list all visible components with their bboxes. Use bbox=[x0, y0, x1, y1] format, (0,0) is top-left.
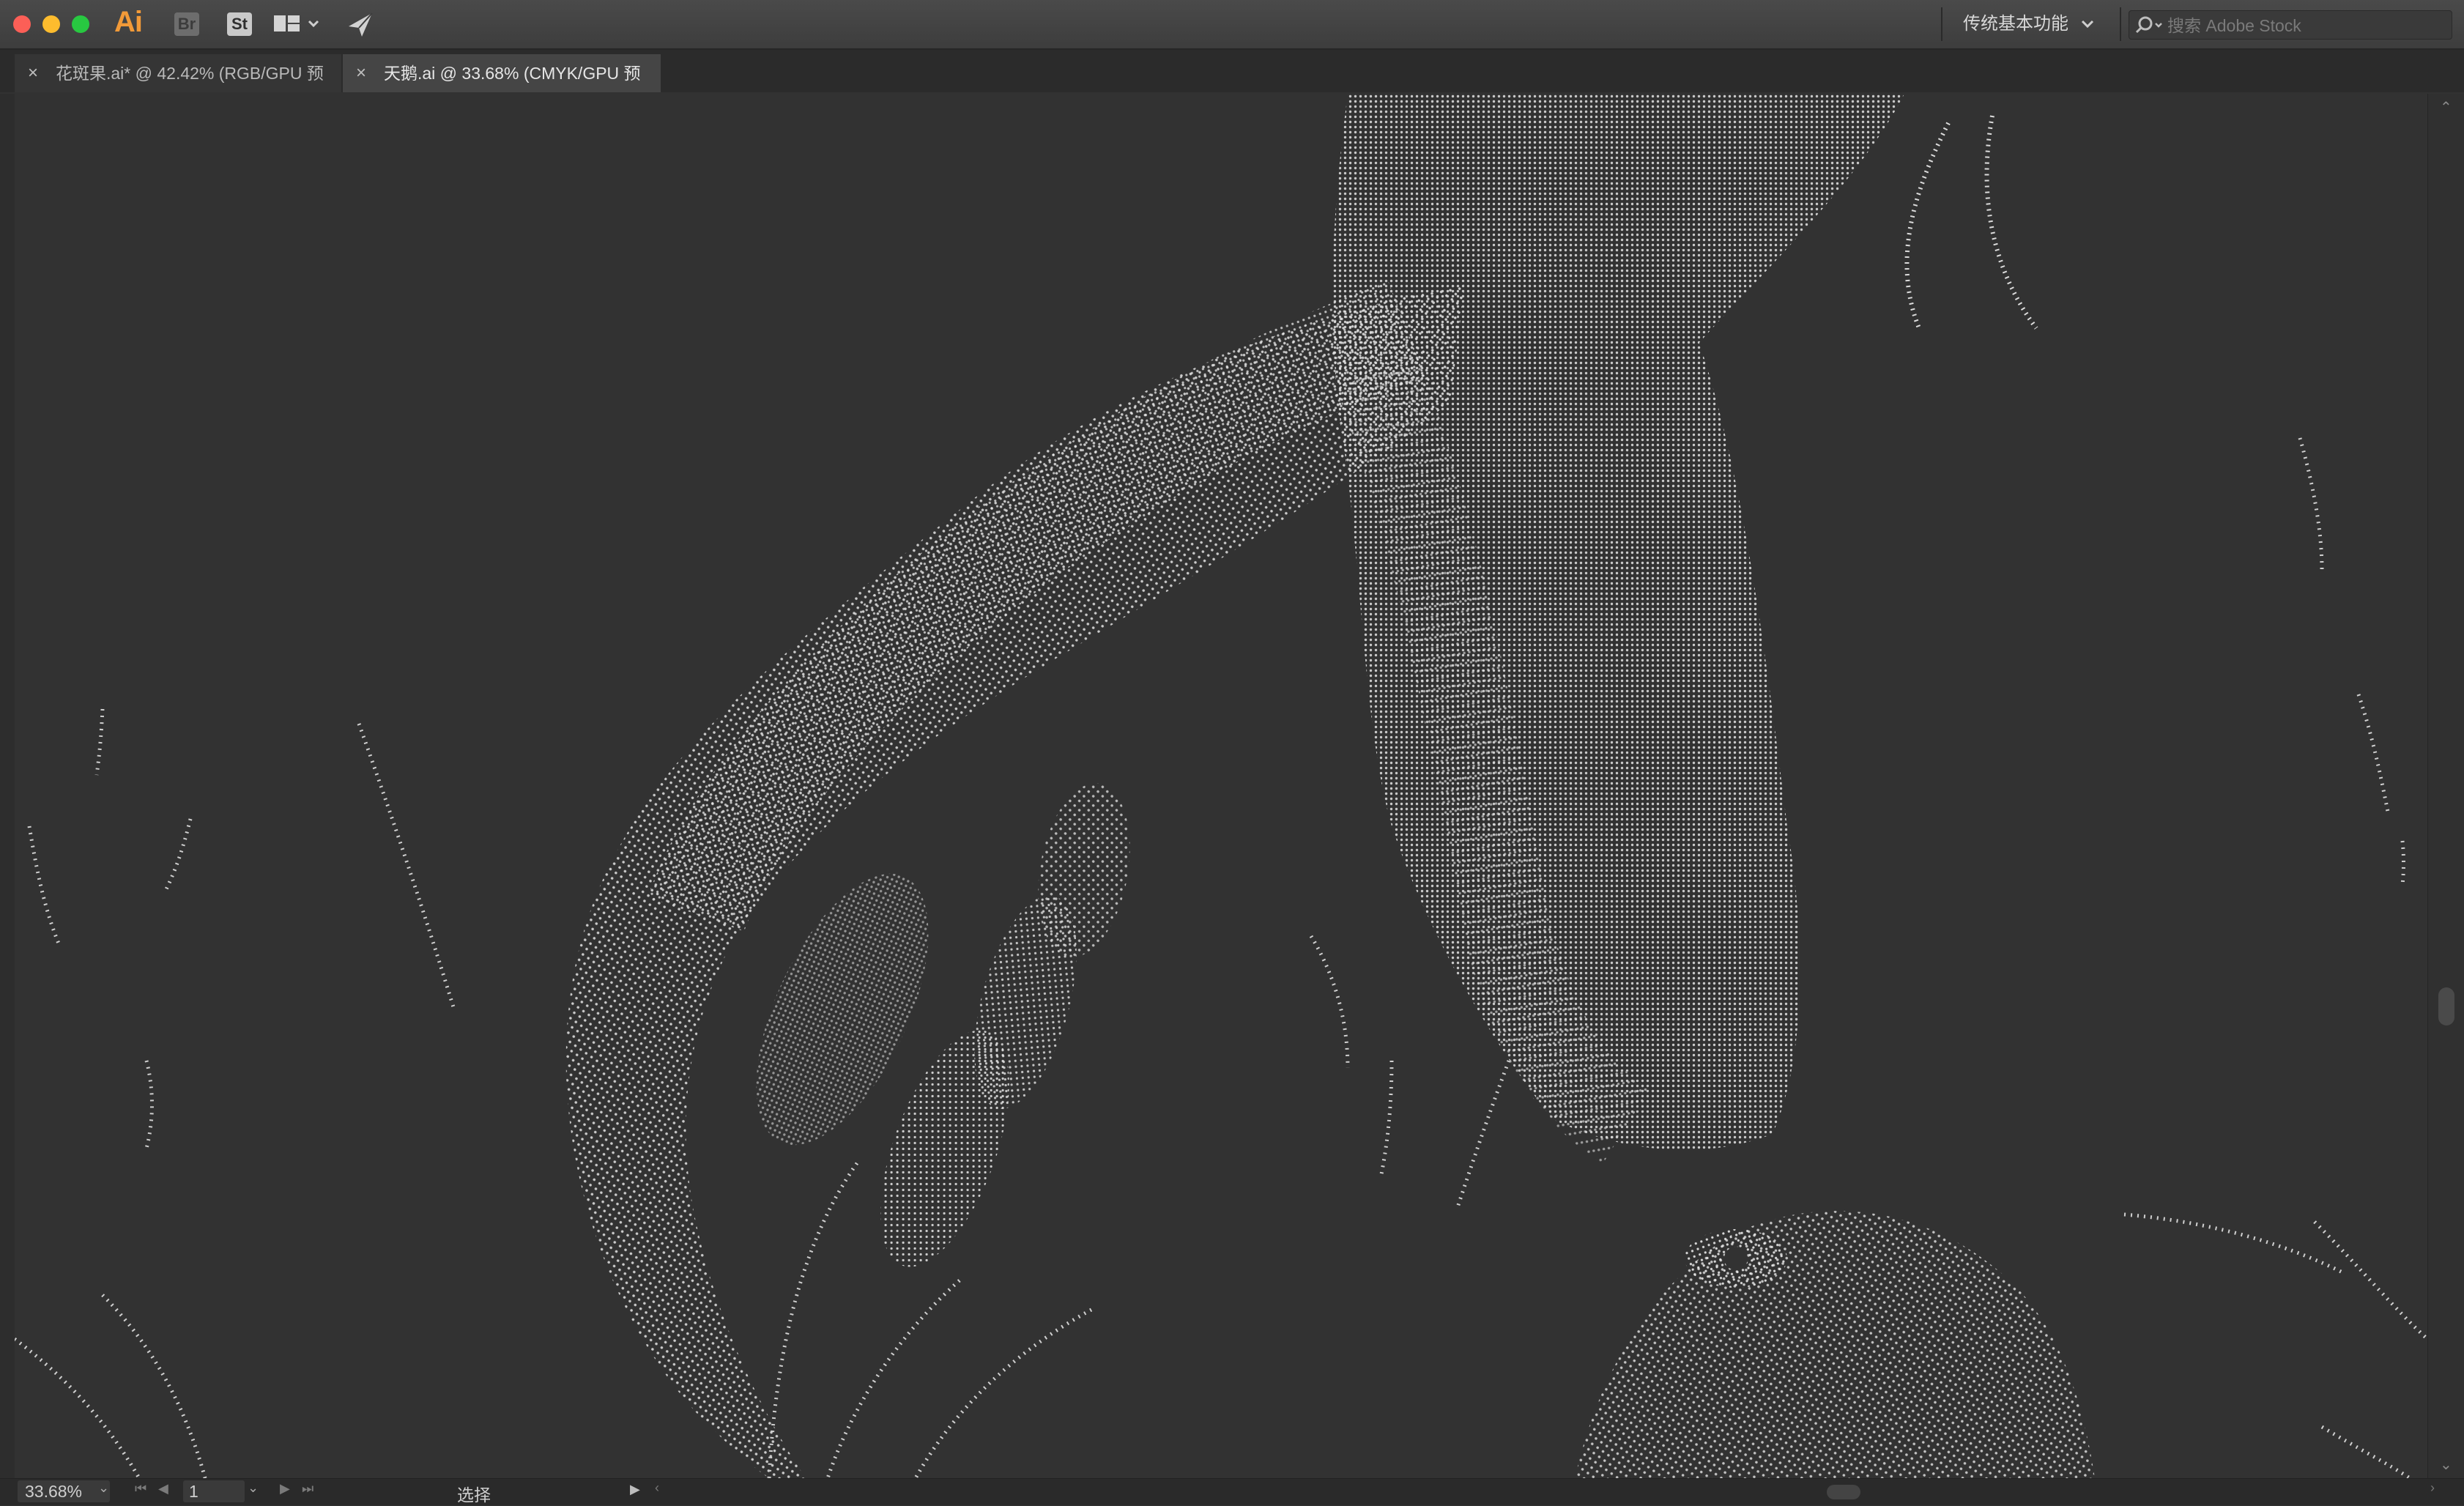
titlebar-separator bbox=[2120, 7, 2121, 41]
status-menu-arrow-icon[interactable]: ▶ bbox=[630, 1482, 640, 1497]
chevron-down-icon bbox=[2081, 20, 2094, 29]
vertical-scrollbar[interactable]: ⌃ ⌄ bbox=[2427, 94, 2464, 1478]
status-bar: 33.68% ⌄ ⏮ ◀ 1 ⌄ ▶ ⏭ 选择 ▶ ‹ › bbox=[0, 1478, 2464, 1505]
search-icon bbox=[2135, 16, 2162, 34]
document-tab-bar: × 花斑果.ai* @ 42.42% (RGB/GPU 预览) × 天鹅.ai … bbox=[0, 50, 2464, 121]
search-input[interactable] bbox=[2166, 14, 2447, 37]
vertical-scroll-thumb[interactable] bbox=[2438, 987, 2454, 1025]
first-artboard-icon[interactable]: ⏮ bbox=[135, 1481, 146, 1496]
window-minimize-button[interactable] bbox=[42, 15, 60, 33]
workspace-switcher[interactable]: 传统基本功能 bbox=[1963, 10, 2095, 38]
chevron-down-icon[interactable]: ⌄ bbox=[98, 1480, 109, 1496]
bridge-app-icon[interactable]: Br bbox=[174, 12, 199, 36]
close-icon[interactable]: × bbox=[356, 54, 366, 92]
stock-search-box[interactable] bbox=[2129, 10, 2452, 40]
last-artboard-icon[interactable]: ⏭ bbox=[302, 1481, 313, 1496]
tab-document-2[interactable]: × 天鹅.ai @ 33.68% (CMYK/GPU 预览) bbox=[343, 54, 661, 121]
canvas-left-gutter bbox=[0, 94, 15, 1478]
titlebar-separator bbox=[1941, 7, 1942, 41]
scroll-left-icon[interactable]: ‹ bbox=[655, 1480, 659, 1496]
workspace-label: 传统基本功能 bbox=[1963, 14, 2068, 34]
stippled-swan-artwork bbox=[15, 94, 2427, 1478]
zoom-level-field[interactable]: 33.68% bbox=[18, 1480, 110, 1502]
artboard-number-field[interactable]: 1 bbox=[183, 1480, 245, 1502]
next-artboard-icon[interactable]: ▶ bbox=[280, 1481, 290, 1496]
previous-artboard-icon[interactable]: ◀ bbox=[158, 1481, 168, 1496]
artboard-canvas[interactable] bbox=[15, 94, 2427, 1478]
scroll-down-icon[interactable]: ⌄ bbox=[2440, 1455, 2452, 1474]
scroll-up-icon[interactable]: ⌃ bbox=[2440, 98, 2452, 116]
horizontal-scrollbar[interactable]: ‹ › bbox=[652, 1480, 2435, 1502]
horizontal-scroll-thumb[interactable] bbox=[1827, 1485, 1860, 1499]
stock-app-icon[interactable]: St bbox=[227, 12, 252, 36]
tab-document-1[interactable]: × 花斑果.ai* @ 42.42% (RGB/GPU 预览) bbox=[15, 54, 341, 121]
app-logo: Ai bbox=[114, 6, 143, 38]
arrange-documents-icon[interactable] bbox=[274, 13, 321, 35]
window-close-button[interactable] bbox=[13, 15, 31, 33]
title-bar: Ai Br St 传统基本功能 bbox=[0, 0, 2464, 50]
chevron-down-icon[interactable]: ⌄ bbox=[248, 1480, 259, 1496]
current-tool-label: 选择 bbox=[457, 1485, 491, 1505]
window-zoom-button[interactable] bbox=[72, 15, 89, 33]
close-icon[interactable]: × bbox=[28, 54, 38, 92]
send-icon[interactable] bbox=[346, 10, 375, 40]
scroll-right-icon[interactable]: › bbox=[2430, 1480, 2435, 1496]
